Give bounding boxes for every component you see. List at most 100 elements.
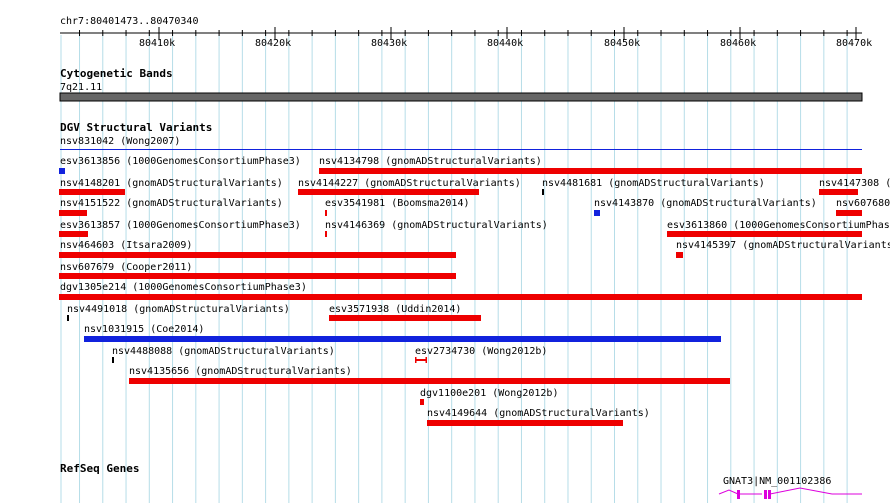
variant-span-bar[interactable]	[67, 315, 69, 321]
dgv-variant-label: nsv4481681 (gnomADStructuralVariants)	[542, 178, 765, 189]
cytoband-7q21-11[interactable]	[59, 92, 863, 102]
dgv-variant-feature[interactable]: nsv4491018 (gnomADStructuralVariants)	[67, 304, 290, 321]
ruler-tick-label: 80470k	[836, 38, 872, 49]
refseq-gene-feature[interactable]: GNAT3|NM_001102386	[718, 476, 862, 499]
variant-span-bar[interactable]	[59, 210, 87, 216]
dgv-variant-feature[interactable]: dgv1305e214 (1000GenomesConsortiumPhase3…	[59, 282, 862, 300]
variant-span-bar[interactable]	[819, 189, 858, 195]
gene-intron	[718, 489, 739, 495]
refseq-genes-track[interactable]: RefSeq Genes GNAT3|NM_001102386	[60, 462, 862, 499]
variant-span-bar[interactable]	[836, 210, 862, 216]
variant-span-bar[interactable]	[319, 168, 862, 174]
ruler-tick-label: 80430k	[371, 38, 407, 49]
gene-exon[interactable]	[737, 490, 740, 499]
variant-span-bar[interactable]	[59, 231, 88, 237]
gene-exon[interactable]	[764, 490, 767, 499]
ruler-tick-label: 80440k	[487, 38, 523, 49]
dgv-variant-feature[interactable]: dgv1100e201 (Wong2012b)	[420, 388, 558, 405]
ruler-tick-label: 80450k	[604, 38, 640, 49]
variant-span-bracket[interactable]	[415, 359, 427, 361]
dgv-variant-label: nsv4149644 (gnomADStructuralVariants)	[427, 408, 650, 419]
variant-span-bar[interactable]	[112, 357, 114, 363]
genome-browser-viewport[interactable]: chr7:80401473..80470340 80410k 80420k 8043…	[0, 0, 890, 503]
dgv-variant-label: nsv4491018 (gnomADStructuralVariants)	[67, 304, 290, 315]
coordinate-ruler[interactable]: chr7:80401473..80470340 80410k 80420k 8043…	[60, 16, 872, 49]
variant-span-bar[interactable]	[420, 399, 424, 405]
locus-label: chr7:80401473..80470340	[60, 16, 198, 27]
dgv-variant-feature[interactable]: nsv4145397 (gnomADStructuralVariants)	[676, 240, 890, 258]
variant-span-bar[interactable]	[667, 231, 862, 237]
dgv-track-title: DGV Structural Variants	[60, 121, 212, 134]
dgv-variant-label: nsv607680 (Cooper2011)	[836, 198, 890, 209]
dgv-variant-feature[interactable]: nsv4144227 (gnomADStructuralVariants)	[298, 178, 521, 195]
variant-span-bar[interactable]	[325, 231, 327, 237]
dgv-variant-feature[interactable]: esv2734730 (Wong2012b)	[415, 346, 547, 363]
dgv-variant-feature[interactable]: nsv4134798 (gnomADStructuralVariants)	[319, 156, 862, 174]
variant-span-line[interactable]	[60, 149, 862, 150]
dgv-variant-label: nsv4146369 (gnomADStructuralVariants)	[325, 220, 548, 231]
dgv-variant-feature[interactable]: esv3613857 (1000GenomesConsortiumPhase3)	[59, 220, 301, 237]
dgv-variant-label: nsv4143870 (gnomADStructuralVariants)	[594, 198, 817, 209]
variant-span-bar[interactable]	[59, 252, 456, 258]
dgv-variant-label: esv3571938 (Uddin2014)	[329, 304, 461, 315]
dgv-variant-label: esv3541981 (Boomsma2014)	[325, 198, 470, 209]
dgv-variant-label: nsv4135656 (gnomADStructuralVariants)	[129, 366, 352, 377]
cytoband-track-title: Cytogenetic Bands	[60, 67, 173, 80]
dgv-variant-feature[interactable]: nsv4148201 (gnomADStructuralVariants)	[59, 178, 283, 195]
variant-span-bracket-right	[425, 357, 427, 363]
variant-span-bar[interactable]	[427, 420, 623, 426]
genome-tracks-canvas[interactable]: chr7:80401473..80470340 80410k 80420k 8043…	[0, 0, 890, 503]
dgv-variant-feature[interactable]: nsv4147308 (gnomADStructuralVariants)	[819, 178, 890, 195]
dgv-variant-feature[interactable]: nsv607679 (Cooper2011)	[59, 262, 456, 279]
variant-span-bar[interactable]	[325, 210, 327, 216]
dgv-variant-label: esv3613857 (1000GenomesConsortiumPhase3)	[60, 220, 301, 231]
dgv-variant-feature[interactable]: nsv4135656 (gnomADStructuralVariants)	[129, 366, 730, 384]
variant-span-bar[interactable]	[329, 315, 481, 321]
variant-span-bracket-left	[415, 357, 417, 363]
dgv-variant-label: dgv1100e201 (Wong2012b)	[420, 388, 558, 399]
dgv-variant-feature[interactable]: esv3541981 (Boomsma2014)	[325, 198, 470, 216]
dgv-variant-label: nsv4145397 (gnomADStructuralVariants)	[676, 240, 890, 251]
variant-span-bar[interactable]	[84, 336, 721, 342]
dgv-variant-label: nsv4134798 (gnomADStructuralVariants)	[319, 156, 542, 167]
dgv-variant-feature[interactable]: nsv4149644 (gnomADStructuralVariants)	[427, 408, 650, 426]
dgv-variant-label: nsv831042 (Wong2007)	[60, 136, 180, 147]
dgv-variant-label: nsv1031915 (Coe2014)	[84, 324, 204, 335]
dgv-variant-label: esv3613860 (1000GenomesConsortiumPhase3)	[667, 220, 890, 231]
ruler-tick-label: 80410k	[139, 38, 175, 49]
refseq-gene-label: GNAT3|NM_001102386	[723, 476, 831, 487]
dgv-variant-label: nsv4148201 (gnomADStructuralVariants)	[60, 178, 283, 189]
dgv-variant-feature[interactable]: esv3613856 (1000GenomesConsortiumPhase3)	[59, 156, 301, 174]
dgv-variant-feature[interactable]: esv3613860 (1000GenomesConsortiumPhase3)	[667, 220, 890, 237]
variant-span-bar[interactable]	[594, 210, 600, 216]
dgv-variant-label: nsv607679 (Cooper2011)	[60, 262, 192, 273]
dgv-variant-label: nsv4144227 (gnomADStructuralVariants)	[298, 178, 521, 189]
dgv-variant-feature[interactable]: nsv607680 (Cooper2011)	[836, 198, 890, 216]
cytoband-track[interactable]: Cytogenetic Bands 7q21.11	[59, 67, 863, 102]
dgv-variant-label: nsv464603 (Itsara2009)	[60, 240, 192, 251]
dgv-variant-feature[interactable]: nsv464603 (Itsara2009)	[59, 240, 456, 258]
ruler-ticks: 80410k 80420k 80430k 80440k 80450k 80460k 8047…	[79, 27, 872, 49]
dgv-variant-feature[interactable]: nsv4488088 (gnomADStructuralVariants)	[112, 346, 335, 363]
variant-span-bar[interactable]	[59, 189, 125, 195]
dgv-variant-feature[interactable]: esv3571938 (Uddin2014)	[329, 304, 481, 321]
variant-span-bar[interactable]	[676, 252, 683, 258]
variant-span-bar[interactable]	[542, 189, 544, 195]
refseq-track-title: RefSeq Genes	[60, 462, 139, 475]
dgv-variant-label: nsv4151522 (gnomADStructuralVariants)	[60, 198, 283, 209]
dgv-variant-label: nsv4147308 (gnomADStructuralVariants)	[819, 178, 890, 189]
dgv-variant-feature[interactable]: nsv4143870 (gnomADStructuralVariants)	[594, 198, 817, 216]
variant-span-bar[interactable]	[59, 294, 862, 300]
refseq-gene-list: GNAT3|NM_001102386	[718, 476, 862, 499]
ruler-tick-label: 80460k	[720, 38, 756, 49]
variant-span-bar[interactable]	[298, 189, 479, 195]
gene-exon[interactable]	[768, 490, 771, 499]
dgv-variant-feature[interactable]: nsv4151522 (gnomADStructuralVariants)	[59, 198, 283, 216]
dgv-variant-feature[interactable]: nsv831042 (Wong2007)	[60, 136, 862, 150]
dgv-variant-label: esv3613856 (1000GenomesConsortiumPhase3)	[60, 156, 301, 167]
dgv-variant-feature[interactable]: nsv4481681 (gnomADStructuralVariants)	[542, 178, 765, 195]
variant-span-bar[interactable]	[129, 378, 730, 384]
dgv-variant-feature[interactable]: nsv1031915 (Coe2014)	[84, 324, 721, 342]
variant-span-bar[interactable]	[59, 168, 65, 174]
variant-span-bar[interactable]	[59, 273, 456, 279]
